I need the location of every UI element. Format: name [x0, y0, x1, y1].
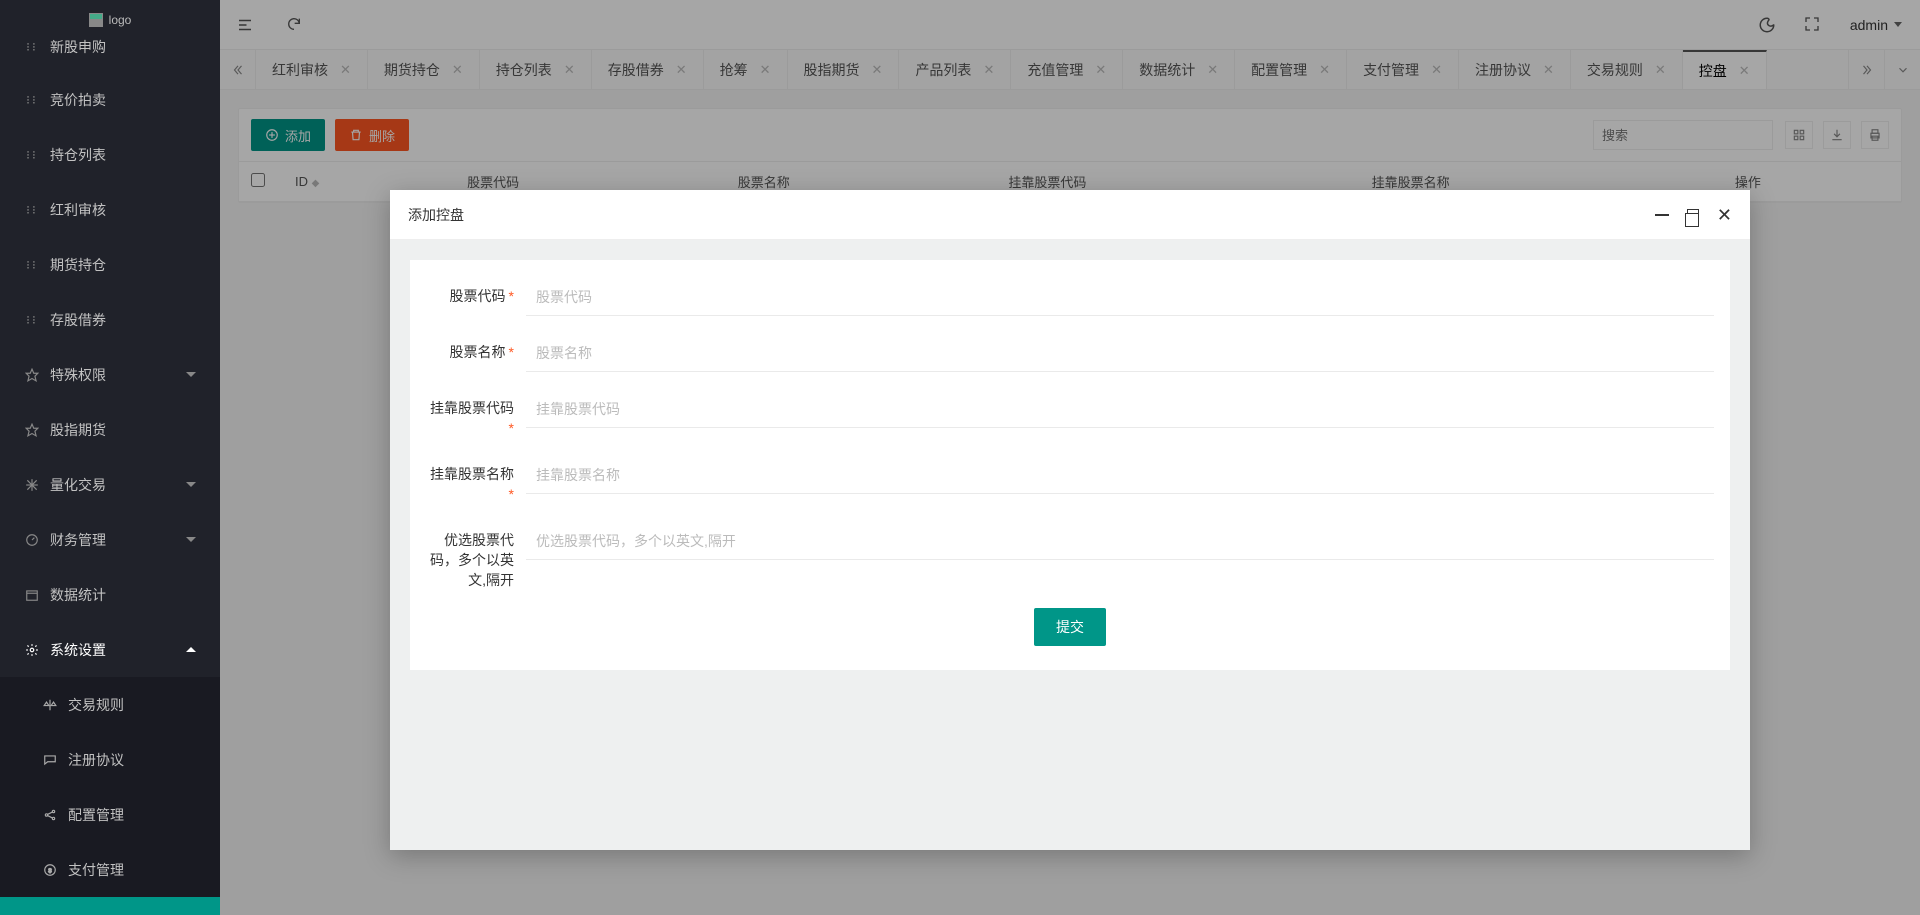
- maximize-icon: [1687, 209, 1699, 221]
- modal-title: 添加控盘: [408, 205, 1655, 225]
- minimize-button[interactable]: [1655, 214, 1669, 216]
- sidebar-item-new-stock[interactable]: ⁝⁝ 新股申购: [0, 22, 220, 72]
- sidebar-item-label: 新股申购: [50, 37, 196, 57]
- sidebar-item-futures-holdings[interactable]: ⁝⁝ 期货持仓: [0, 237, 220, 292]
- sidebar-item-label: 红利审核: [50, 200, 196, 220]
- preferred-codes-input[interactable]: [526, 522, 1714, 560]
- sidebar-item-label: 配置管理: [68, 805, 196, 825]
- hook-name-input[interactable]: [526, 456, 1714, 494]
- sidebar-subitem-trade-rules[interactable]: 交易规则: [0, 677, 220, 732]
- more-icon: ⁝⁝: [24, 92, 40, 108]
- sidebar-item-label: 特殊权限: [50, 365, 186, 385]
- sidebar-item-label: 期货持仓: [50, 255, 196, 275]
- field-preferred-codes: 优选股票代码，多个以英文,隔开: [426, 522, 1714, 590]
- field-label: 股票代码*: [426, 278, 526, 306]
- modal-add-control: 添加控盘 ✕ 股票代码* 股票名称* 挂靠股票代码* 挂靠股票名称*: [390, 190, 1750, 850]
- chevron-down-icon: [186, 537, 196, 542]
- sidebar-item-label: 系统设置: [50, 640, 186, 660]
- sidebar-item-label: 注册协议: [68, 750, 196, 770]
- field-label: 挂靠股票代码*: [426, 390, 526, 438]
- sidebar-menu: ⁝⁝ 新股申购 ⁝⁝ 竞价拍卖 ⁝⁝ 持仓列表 ⁝⁝ 红利审核 ⁝⁝ 期货持仓 …: [0, 22, 220, 915]
- stock-code-input[interactable]: [526, 278, 1714, 316]
- sidebar-subitem-payment[interactable]: $ 支付管理: [0, 842, 220, 897]
- gear-icon: [24, 642, 40, 658]
- field-label: 挂靠股票名称*: [426, 456, 526, 504]
- snowflake-icon: [24, 477, 40, 493]
- stock-name-input[interactable]: [526, 334, 1714, 372]
- sidebar-item-holdings[interactable]: ⁝⁝ 持仓列表: [0, 127, 220, 182]
- close-button[interactable]: ✕: [1717, 206, 1732, 224]
- modal-header: 添加控盘 ✕: [390, 190, 1750, 240]
- chevron-down-icon: [186, 482, 196, 487]
- scale-icon: [42, 697, 58, 713]
- share-icon: [42, 807, 58, 823]
- dollar-icon: $: [42, 862, 58, 878]
- field-stock-name: 股票名称*: [426, 334, 1714, 372]
- sidebar-item-label: 存股借券: [50, 310, 196, 330]
- sidebar: logo ⁝⁝ 新股申购 ⁝⁝ 竞价拍卖 ⁝⁝ 持仓列表 ⁝⁝ 红利审核 ⁝⁝ …: [0, 0, 220, 915]
- more-icon: ⁝⁝: [24, 202, 40, 218]
- sidebar-item-quant-trading[interactable]: 量化交易: [0, 457, 220, 512]
- sidebar-item-label: 支付管理: [68, 860, 196, 880]
- submit-button[interactable]: 提交: [1034, 608, 1106, 646]
- sidebar-item-finance[interactable]: 财务管理: [0, 512, 220, 567]
- sidebar-item-index-futures[interactable]: 股指期货: [0, 402, 220, 457]
- svg-text:$: $: [48, 868, 52, 874]
- sidebar-item-special-permission[interactable]: 特殊权限: [0, 347, 220, 402]
- minimize-icon: [1655, 214, 1669, 216]
- chevron-up-icon: [186, 647, 196, 652]
- field-hook-code: 挂靠股票代码*: [426, 390, 1714, 438]
- more-icon: ⁝⁝: [24, 147, 40, 163]
- more-icon: ⁝⁝: [24, 39, 40, 55]
- chevron-down-icon: [186, 372, 196, 377]
- field-stock-code: 股票代码*: [426, 278, 1714, 316]
- maximize-button[interactable]: [1687, 209, 1699, 221]
- modal-body: 股票代码* 股票名称* 挂靠股票代码* 挂靠股票名称* 优选股票代码，多个以英文…: [390, 240, 1750, 850]
- sidebar-subitem-control[interactable]: 控盘: [0, 897, 220, 915]
- sidebar-item-lending[interactable]: ⁝⁝ 存股借券: [0, 292, 220, 347]
- sidebar-subitem-config[interactable]: 配置管理: [0, 787, 220, 842]
- calendar-icon: [24, 587, 40, 603]
- sidebar-item-label: 数据统计: [50, 585, 196, 605]
- star-outline-icon: [24, 422, 40, 438]
- sidebar-item-label: 财务管理: [50, 530, 186, 550]
- field-label: 股票名称*: [426, 334, 526, 362]
- more-icon: ⁝⁝: [24, 257, 40, 273]
- sidebar-item-label: 交易规则: [68, 695, 196, 715]
- sidebar-item-dividend-audit[interactable]: ⁝⁝ 红利审核: [0, 182, 220, 237]
- sidebar-item-label: 竞价拍卖: [50, 90, 196, 110]
- sidebar-item-statistics[interactable]: 数据统计: [0, 567, 220, 622]
- sidebar-item-auction[interactable]: ⁝⁝ 竞价拍卖: [0, 72, 220, 127]
- sidebar-item-label: 持仓列表: [50, 145, 196, 165]
- gauge-icon: [24, 532, 40, 548]
- field-hook-name: 挂靠股票名称*: [426, 456, 1714, 504]
- sidebar-subitem-register-agreement[interactable]: 注册协议: [0, 732, 220, 787]
- hook-code-input[interactable]: [526, 390, 1714, 428]
- star-outline-icon: [24, 367, 40, 383]
- more-icon: ⁝⁝: [24, 312, 40, 328]
- sidebar-item-label: 量化交易: [50, 475, 186, 495]
- close-icon: ✕: [1717, 206, 1732, 224]
- form-card: 股票代码* 股票名称* 挂靠股票代码* 挂靠股票名称* 优选股票代码，多个以英文…: [410, 260, 1730, 670]
- chat-icon: [42, 752, 58, 768]
- sidebar-item-label: 股指期货: [50, 420, 196, 440]
- sidebar-item-system-settings[interactable]: 系统设置: [0, 622, 220, 677]
- field-label: 优选股票代码，多个以英文,隔开: [426, 522, 526, 590]
